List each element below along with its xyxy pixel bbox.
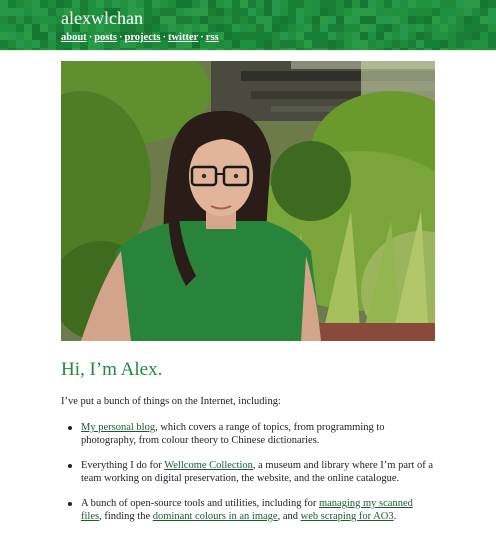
- nav-separator: ·: [200, 32, 204, 43]
- main-content: Hi, I’m Alex. I’ve put a bunch of things…: [61, 61, 435, 535]
- list-item: A bunch of open-source tools and utiliti…: [68, 497, 435, 523]
- site-header: alexwlchan about · posts · projects · twitter ·…: [0, 0, 496, 51]
- link-personal-blog[interactable]: My personal blog: [81, 422, 155, 433]
- nav-separator: ·: [118, 32, 123, 43]
- list-item-text: , finding the: [99, 511, 153, 522]
- link-wellcome-collection[interactable]: Wellcome Collection: [164, 460, 253, 471]
- nav-link-posts[interactable]: posts: [94, 32, 117, 43]
- list-item-text: Everything I do for: [81, 460, 165, 471]
- portrait-photo: [61, 61, 435, 341]
- list-item-text: .: [393, 511, 397, 522]
- list-item: My personal blog, which covers a range o…: [68, 421, 435, 447]
- nav-link-twitter[interactable]: twitter: [168, 32, 198, 43]
- list-item-text: A bunch of open-source tools and utiliti…: [81, 498, 319, 509]
- nav-link-about[interactable]: about: [61, 32, 87, 43]
- nav-separator: ·: [162, 32, 166, 43]
- link-ao3-scraping[interactable]: web scraping for AO3: [301, 511, 394, 522]
- site-title-link[interactable]: alexwlchan: [61, 8, 219, 28]
- main-nav: about · posts · projects · twitter · rss: [61, 32, 219, 43]
- intro-text: I’ve put a bunch of things on the Intern…: [61, 396, 281, 407]
- list-item: Everything I do for Wellcome Collection,…: [68, 459, 435, 485]
- header-content: alexwlchan about · posts · projects · twitter ·…: [61, 8, 219, 43]
- page-heading: Hi, I’m Alex.: [61, 359, 163, 380]
- link-dominant-colours[interactable]: dominant colours in an image: [153, 511, 278, 522]
- nav-link-rss[interactable]: rss: [206, 32, 219, 43]
- nav-link-projects[interactable]: projects: [124, 32, 160, 43]
- list-item-text: , and: [277, 511, 301, 522]
- nav-separator: ·: [88, 32, 93, 43]
- projects-list: My personal blog, which covers a range o…: [61, 421, 435, 523]
